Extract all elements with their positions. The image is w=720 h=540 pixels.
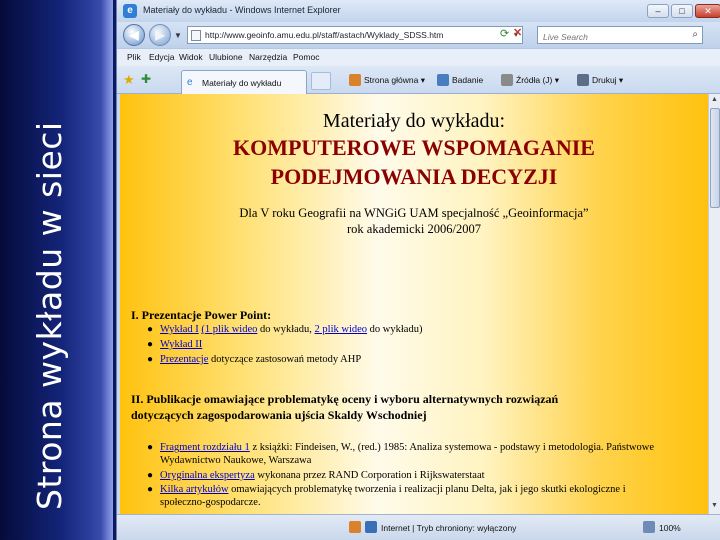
section-publications-title-line2: dotyczących zagospodarowania ujścia Skal… [131,408,427,422]
home-icon [349,74,361,86]
print-label: Drukuj [592,75,617,85]
video-1-link[interactable]: (1 plik wideo [201,324,257,335]
tab-label: Materiały do wykładu [202,78,282,88]
page-viewport: Materiały do wykładu: KOMPUTEROWE WSPOMA… [120,94,708,514]
feeds-button[interactable]: Źródła (J) ▾ [501,74,559,86]
page-icon [191,30,201,41]
status-bar: Internet | Tryb chroniony: wyłączony 100… [117,514,720,540]
list-text: omawiających problematykę tworzenia i re… [228,484,626,495]
articles-link[interactable]: Kilka artykułów [160,484,229,495]
print-icon [577,74,589,86]
feeds-icon [501,74,513,86]
menu-tools[interactable]: Narzędzia [249,52,287,62]
window-title: Materiały do wykładu - Windows Internet … [143,5,341,15]
title-bar: e Materiały do wykładu - Windows Interne… [117,0,720,22]
list-item: ● Fragment rozdziału 1 z książki: Findei… [147,442,654,453]
new-tab-button[interactable] [311,72,331,90]
menu-view[interactable]: Widok [179,52,203,62]
menu-edit[interactable]: Edycja [149,52,175,62]
favorites-star-icon[interactable]: ★ [123,72,135,88]
list-text: do wykładu) [367,324,423,335]
home-label: Strona główna [364,75,419,85]
search-input[interactable] [538,29,678,45]
list-item: ● Prezentacje dotyczące zastosowań metod… [147,354,362,365]
slide-left-panel: Strona wykładu w sieci [0,0,113,540]
zoom-level[interactable]: 100% [659,523,681,533]
list-text: wykonana przez RAND Corporation i Rijksw… [254,470,485,481]
minimize-button[interactable]: – [647,4,669,18]
scroll-up-icon[interactable]: ▲ [711,96,718,103]
home-button[interactable]: Strona główna ▾ [349,74,425,86]
menu-file[interactable]: Plik [127,52,141,62]
maximize-button[interactable]: □ [671,4,693,18]
add-favorite-icon[interactable]: ✚ [141,72,151,86]
feeds-label: Źródła (J) [516,75,553,85]
menu-help[interactable]: Pomoc [293,52,319,62]
ahp-presentations-link[interactable]: Prezentacje [160,354,208,365]
list-item: ● Wykład II [147,339,202,350]
back-button[interactable]: ◀ [123,24,145,46]
list-text: dotyczące zastosowań metody AHP [208,354,362,365]
menu-favorites[interactable]: Ulubione [209,52,243,62]
bullet-icon: ● [147,484,154,495]
bullet-icon: ● [147,354,154,365]
menu-bar: Plik Edycja Widok Ulubione Narzędzia Pom… [117,48,720,66]
audience-line: Dla V roku Geografii na WNGiG UAM specja… [239,206,589,220]
tab-bar: ★ ✚ e Materiały do wykładu Strona główna… [117,66,720,94]
section-publications-title: II. Publikacje omawiające problematykę o… [131,392,559,406]
history-dropdown-icon[interactable]: ▼ [174,31,182,40]
tab-materials[interactable]: e Materiały do wykładu [181,70,307,94]
scroll-down-icon[interactable]: ▼ [711,502,718,509]
refresh-icon[interactable]: ⟳ [500,27,509,40]
browser-window: e Materiały do wykładu - Windows Interne… [116,0,720,540]
research-label: Badanie [452,75,484,85]
list-text: z książki: Findeisen, W., (red.) 1985: A… [249,442,654,453]
search-icon[interactable]: ⌕ [692,29,698,40]
zone-status: Internet | Tryb chroniony: wyłączony [381,523,517,533]
list-item: ● Oryginalna ekspertyza wykonana przez R… [147,470,485,481]
course-title-line1: KOMPUTEROWE WSPOMAGANIE [232,135,595,160]
scrollbar-thumb[interactable] [710,108,720,208]
forward-button[interactable]: ▶ [149,24,171,46]
address-url[interactable]: http://www.geoinfo.amu.edu.pl/staff/asta… [205,30,443,40]
print-button[interactable]: Drukuj ▾ [577,74,623,86]
course-title-line2: PODEJMOWANIA DECYZJI [270,164,558,189]
internet-zone-icon [365,521,377,533]
research-button[interactable]: Badanie [437,74,483,86]
academic-year-line: rok akademicki 2006/2007 [347,222,481,236]
navigation-bar: ◀ ▶ ▼ http://www.geoinfo.amu.edu.pl/staf… [117,22,720,48]
section-presentations-title: I. Prezentacje Power Point: [131,308,272,322]
slide-vertical-title: Strona wykładu w sieci [30,121,69,510]
vertical-scrollbar[interactable]: ▲ ▼ [708,94,720,514]
stop-icon[interactable]: ✕ [513,26,522,39]
bullet-icon: ● [147,470,154,481]
bullet-icon: ● [147,324,154,335]
ie-icon: e [123,4,137,18]
list-item: ● Kilka artykułów omawiających problemat… [147,484,626,495]
address-bar[interactable]: http://www.geoinfo.amu.edu.pl/staff/asta… [187,26,523,44]
list-item: ● Wykład I (1 plik wideo do wykładu, 2 p… [147,324,423,335]
list-item-continuation: społeczno-gospodarcze. [160,497,261,508]
tab-page-icon: e [187,77,193,88]
video-2-link[interactable]: 2 plik wideo [315,324,368,335]
research-icon [437,74,449,86]
original-expertise-link[interactable]: Oryginalna ekspertyza [160,470,255,481]
lecture-2-link[interactable]: Wykład II [160,339,202,350]
zoom-icon [643,521,655,533]
page-heading: Materiały do wykładu: [322,110,506,132]
status-security-icon [349,521,361,533]
list-text: do wykładu, [257,324,315,335]
bullet-icon: ● [147,442,154,453]
chapter-fragment-link[interactable]: Fragment rozdziału 1 [160,442,250,453]
close-button[interactable]: ✕ [695,4,720,18]
list-item-continuation: Wydawnictwo Naukowe, Warszawa [160,455,312,466]
bullet-icon: ● [147,339,154,350]
lecture-1-link[interactable]: Wykład I [160,324,199,335]
search-box[interactable]: ⌕ [537,26,703,45]
